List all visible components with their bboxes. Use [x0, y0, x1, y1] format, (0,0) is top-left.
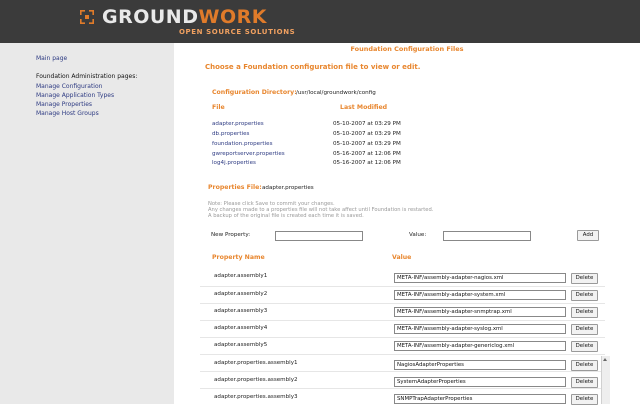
property-value-input[interactable]: NagiosAdapterProperties	[394, 360, 566, 370]
delete-button[interactable]: Delete	[571, 394, 598, 405]
property-value-input[interactable]: SystemAdapterProperties	[394, 377, 566, 387]
property-value-input[interactable]: META-INF/assembly-adapter-syslog.xml	[394, 324, 566, 334]
property-value-input[interactable]: META-INF/assembly-adapter-snmptrap.xml	[394, 307, 566, 317]
delete-button[interactable]: Delete	[571, 273, 598, 284]
file-modified: 05-16-2007 at 12:06 PM	[333, 160, 401, 166]
sidebar-item-manage-application-types[interactable]: Manage Application Types	[36, 92, 114, 99]
value-column-header: Value	[392, 254, 412, 261]
config-directory-value: /usr/local/groundwork/config	[296, 90, 376, 96]
file-modified: 05-10-2007 at 03:29 PM	[333, 141, 401, 147]
property-name: adapter.properties.assembly2	[214, 377, 298, 383]
value-label: Value:	[409, 232, 427, 238]
delete-button[interactable]: Delete	[571, 360, 598, 371]
property-name: adapter.assembly3	[214, 308, 268, 314]
row-divider	[200, 371, 605, 372]
header-bar: GROUNDWORK OPEN SOURCE SOLUTIONS	[0, 0, 640, 43]
sidebar-item-manage-host-groups[interactable]: Manage Host Groups	[36, 110, 99, 117]
row-divider	[200, 354, 605, 355]
delete-button[interactable]: Delete	[571, 324, 598, 335]
page-prompt: Choose a Foundation configuration file t…	[205, 63, 421, 71]
last-modified-column-header: Last Modified	[340, 104, 388, 111]
row-divider	[200, 286, 605, 287]
file-modified: 05-10-2007 at 03:29 PM	[333, 131, 401, 137]
delete-button[interactable]: Delete	[571, 377, 598, 388]
row-divider	[200, 388, 605, 389]
file-link[interactable]: log4j.properties	[212, 160, 256, 166]
property-name-header: Property Name	[212, 254, 265, 261]
delete-button[interactable]: Delete	[571, 341, 598, 352]
property-value-input[interactable]: META-INF/assembly-adapter-nagios.xml	[394, 273, 566, 283]
properties-file-label: Properties File:	[208, 184, 262, 191]
property-name: adapter.assembly1	[214, 273, 268, 279]
sidebar-section-label: Foundation Administration pages:	[36, 73, 138, 80]
page-title: Foundation Configuration Files	[350, 45, 464, 53]
sidebar-item-manage-configuration[interactable]: Manage Configuration	[36, 83, 102, 90]
logo-subtitle: OPEN SOURCE SOLUTIONS	[179, 28, 296, 36]
logo-wordmark: GROUNDWORK	[102, 6, 267, 28]
property-name: adapter.assembly5	[214, 342, 268, 348]
add-button[interactable]: Add	[577, 230, 599, 241]
file-modified: 05-10-2007 at 03:29 PM	[333, 121, 401, 127]
config-directory-label: Configuration Directory:	[212, 89, 297, 96]
new-property-label: New Property:	[211, 232, 251, 238]
backup-note: A backup of the original file is created…	[208, 213, 364, 219]
file-modified: 05-16-2007 at 12:06 PM	[333, 151, 401, 157]
scroll-up-arrow-icon[interactable]	[603, 358, 607, 361]
delete-button[interactable]: Delete	[571, 290, 598, 301]
row-divider	[200, 320, 605, 321]
property-name: adapter.properties.assembly1	[214, 360, 298, 366]
property-value-input[interactable]: SNMPTrapAdapterProperties	[394, 394, 566, 404]
row-divider	[200, 337, 605, 338]
new-property-input[interactable]	[275, 231, 363, 241]
delete-button[interactable]: Delete	[571, 307, 598, 318]
file-link[interactable]: adapter.properties	[212, 121, 264, 127]
file-link[interactable]: db.properties	[212, 131, 249, 137]
row-divider	[200, 303, 605, 304]
main-page-link[interactable]: Main page	[36, 55, 67, 62]
property-name: adapter.assembly2	[214, 291, 268, 297]
properties-file-value: adapter.properties	[262, 185, 314, 191]
file-column-header: File	[212, 104, 225, 111]
property-value-input[interactable]: META-INF/assembly-adapter-genericlog.xml	[394, 341, 566, 351]
logo-primary: GROUND	[102, 6, 199, 28]
scrollbar[interactable]	[601, 356, 610, 404]
logo-accent: WORK	[198, 6, 267, 28]
groundwork-logo-icon	[80, 10, 94, 24]
file-link[interactable]: foundation.properties	[212, 141, 273, 147]
property-value-input[interactable]: META-INF/assembly-adapter-system.xml	[394, 290, 566, 300]
sidebar-item-manage-properties[interactable]: Manage Properties	[36, 101, 92, 108]
new-value-input[interactable]	[443, 231, 531, 241]
file-link[interactable]: gwreportserver.properties	[212, 151, 285, 157]
property-name: adapter.assembly4	[214, 325, 268, 331]
property-name: adapter.properties.assembly3	[214, 394, 298, 400]
